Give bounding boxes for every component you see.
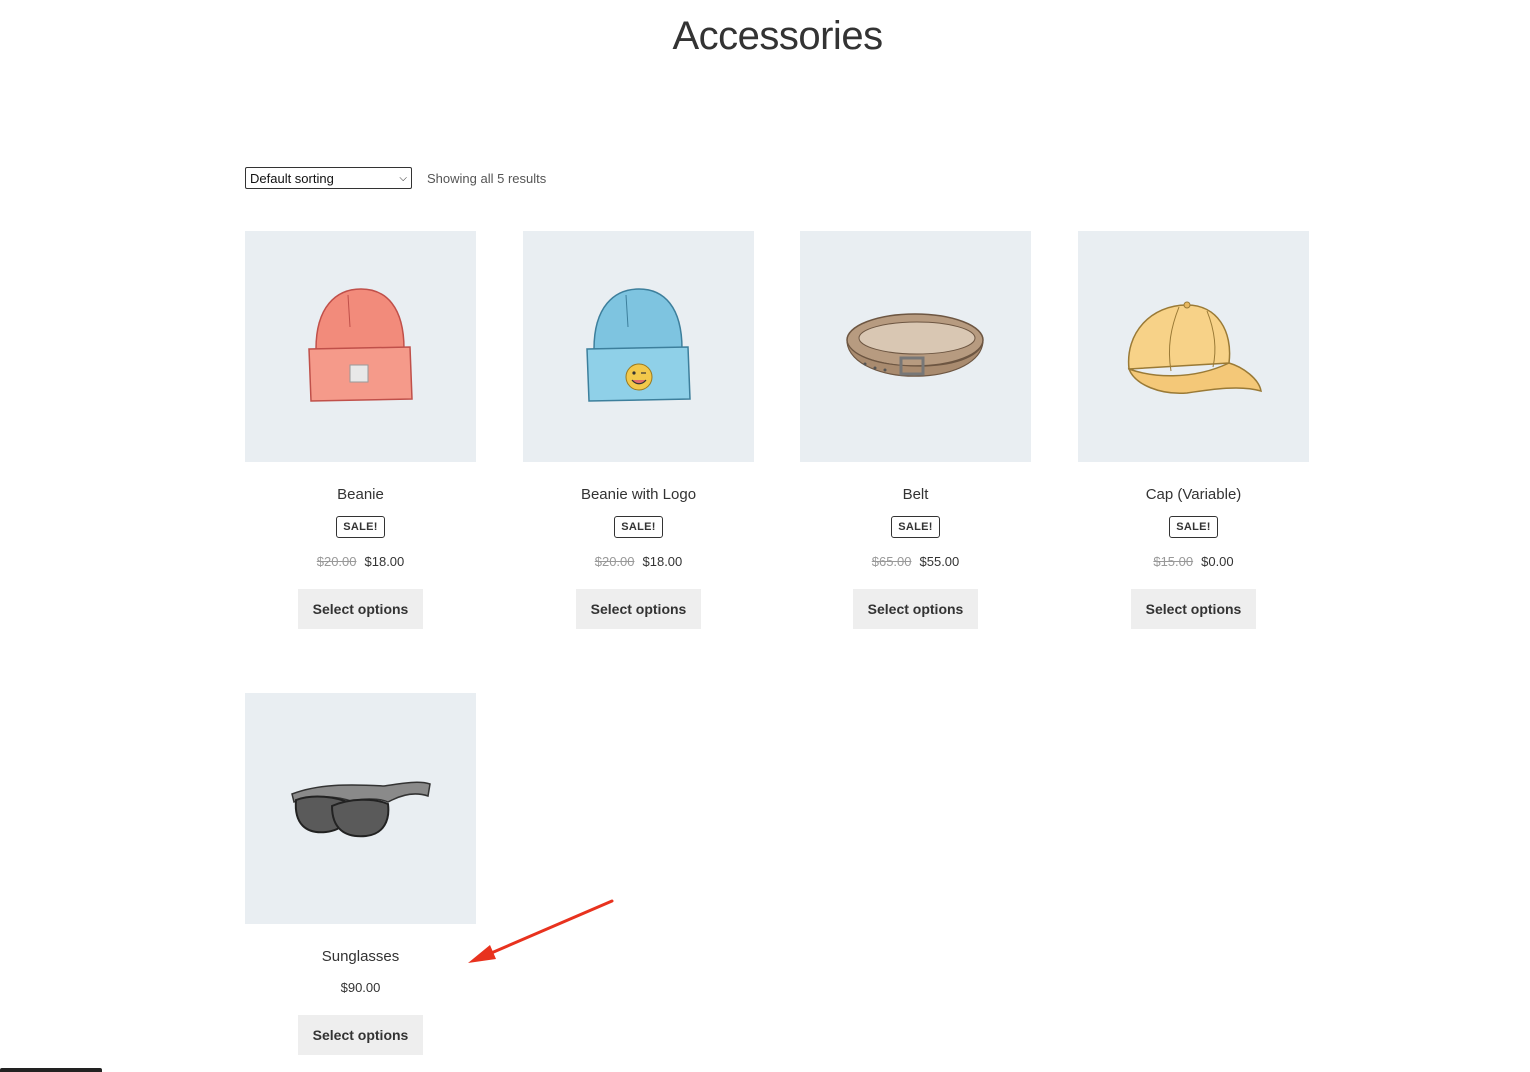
select-options-button[interactable]: Select options bbox=[298, 589, 423, 629]
sale-price: $18.00 bbox=[642, 554, 683, 569]
cap-icon bbox=[1127, 301, 1262, 394]
product-card-cap: Cap (Variable) SALE! $15.00 $0.00 Select … bbox=[1078, 231, 1309, 629]
page-title: Accessories bbox=[672, 14, 883, 58]
select-options-button[interactable]: Select options bbox=[576, 589, 701, 629]
regular-price: $65.00 bbox=[871, 554, 912, 569]
beanie-logo-icon bbox=[585, 287, 691, 402]
product-image-link[interactable] bbox=[523, 231, 754, 462]
product-title[interactable]: Sunglasses bbox=[245, 948, 476, 966]
product-image-link[interactable] bbox=[245, 231, 476, 462]
product-title[interactable]: Cap (Variable) bbox=[1078, 486, 1309, 504]
beanie-icon bbox=[307, 287, 413, 402]
sort-select[interactable]: Default sorting ⌵ bbox=[245, 167, 412, 189]
shop-toolbar: Default sorting ⌵ Showing all 5 results bbox=[245, 167, 546, 189]
annotation-arrow-icon bbox=[468, 899, 614, 963]
regular-price: $15.00 bbox=[1153, 554, 1194, 569]
product-card-belt: Belt SALE! $65.00 $55.00 Select options bbox=[800, 231, 1031, 629]
regular-price: $20.00 bbox=[316, 554, 357, 569]
product-image-link[interactable] bbox=[1078, 231, 1309, 462]
product-title[interactable]: Belt bbox=[800, 486, 1031, 504]
chevron-down-icon: ⌵ bbox=[399, 172, 407, 184]
select-options-button[interactable]: Select options bbox=[1131, 589, 1256, 629]
product-card-sunglasses: Sunglasses $90.00 Select options bbox=[245, 693, 476, 1055]
select-options-button[interactable]: Select options bbox=[853, 589, 978, 629]
result-count: Showing all 5 results bbox=[427, 170, 547, 186]
product-title[interactable]: Beanie bbox=[245, 486, 476, 504]
sale-price: $0.00 bbox=[1201, 554, 1234, 569]
bottom-edge-bar bbox=[0, 1068, 102, 1072]
price: $20.00 $18.00 bbox=[245, 554, 476, 570]
select-options-button[interactable]: Select options bbox=[298, 1015, 423, 1055]
price: $20.00 $18.00 bbox=[523, 554, 754, 570]
product-card-beanie: Beanie SALE! $20.00 $18.00 Select options bbox=[245, 231, 476, 629]
regular-price: $20.00 bbox=[594, 554, 635, 569]
price: $15.00 $0.00 bbox=[1078, 554, 1309, 570]
belt-icon bbox=[846, 312, 984, 377]
sale-badge: SALE! bbox=[1169, 516, 1218, 538]
price: $90.00 bbox=[245, 980, 476, 996]
price: $65.00 $55.00 bbox=[800, 554, 1031, 570]
sort-selected-value: Default sorting bbox=[250, 170, 334, 186]
page: Accessories Default sorting ⌵ Showing al… bbox=[0, 0, 1530, 1072]
sale-badge: SALE! bbox=[891, 516, 940, 538]
price-amount: $90.00 bbox=[340, 980, 381, 995]
sale-price: $18.00 bbox=[364, 554, 405, 569]
product-image-link[interactable] bbox=[245, 693, 476, 924]
product-title[interactable]: Beanie with Logo bbox=[523, 486, 754, 504]
product-card-beanie-with-logo: Beanie with Logo SALE! $20.00 $18.00 Sele… bbox=[523, 231, 754, 629]
sale-price: $55.00 bbox=[919, 554, 960, 569]
product-image-link[interactable] bbox=[800, 231, 1031, 462]
sale-badge: SALE! bbox=[614, 516, 663, 538]
sale-badge: SALE! bbox=[336, 516, 385, 538]
sunglasses-icon bbox=[291, 781, 431, 837]
